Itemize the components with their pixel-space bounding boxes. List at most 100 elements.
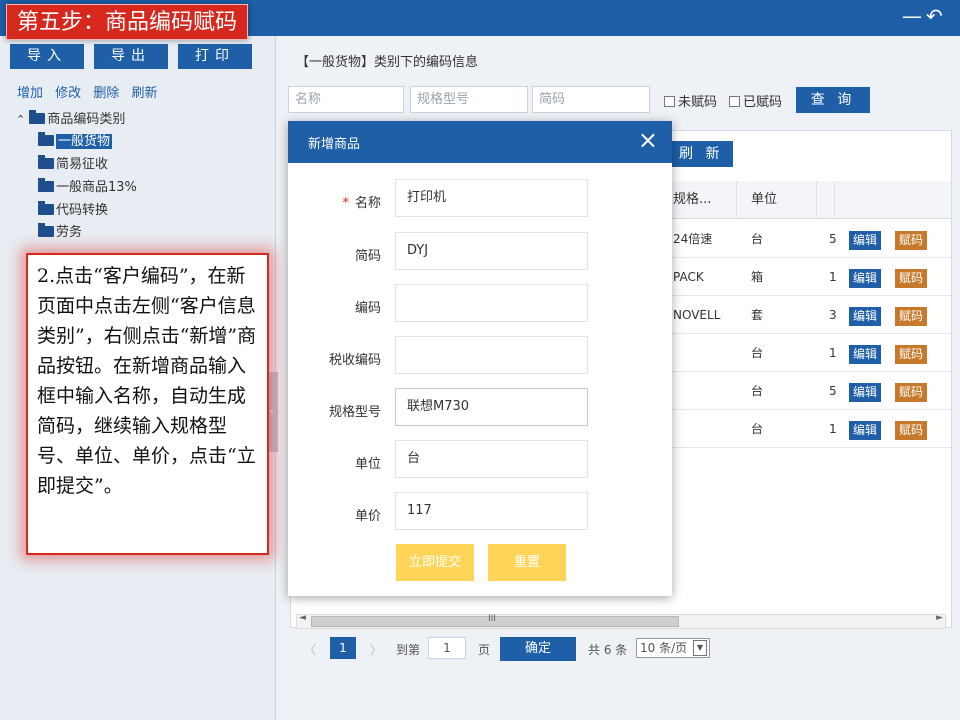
short-code-input[interactable]: DYJ <box>395 232 588 270</box>
spec-label: 规格型号 <box>328 405 381 420</box>
query-button[interactable]: 查 询 <box>796 87 870 113</box>
price-input[interactable]: 117 <box>395 492 588 530</box>
tree-node-code-convert[interactable]: 代码转换 <box>38 201 108 221</box>
column-header-extra[interactable] <box>817 181 835 219</box>
back-arrow-icon[interactable]: ↶ <box>926 6 943 26</box>
pagination: 〈 1 〉 到第 1 页 确定 共 6 条 10 条/页 ▼ <box>290 633 952 667</box>
name-label: * 名称 <box>342 196 381 211</box>
cell-unit: 台 <box>751 384 764 398</box>
edit-button[interactable]: 编辑 <box>849 307 881 326</box>
next-page-icon[interactable]: 〉 <box>370 641 382 658</box>
edit-button[interactable]: 编辑 <box>849 383 881 402</box>
horizontal-scrollbar[interactable]: III ► ◄ <box>296 613 946 629</box>
folder-icon <box>38 201 54 215</box>
add-product-dialog: 新增商品 × * 名称 打印机 简码 DYJ 编码 税收编码 规格型号 联想M73… <box>288 121 672 596</box>
assign-code-button[interactable]: 赋码 <box>895 307 927 326</box>
assign-code-button[interactable]: 赋码 <box>895 383 927 402</box>
assigned-checkbox[interactable]: 已赋码 <box>729 91 782 110</box>
current-page-button[interactable]: 1 <box>330 637 356 659</box>
goto-confirm-button[interactable]: 确定 <box>500 637 576 661</box>
dropdown-arrow-icon[interactable]: ▼ <box>693 640 707 656</box>
price-label: 单价 <box>354 509 381 524</box>
cell-extra: 5 <box>829 232 837 246</box>
folder-icon <box>38 178 54 192</box>
print-button[interactable]: 打印 <box>178 44 252 69</box>
folder-icon <box>38 155 54 169</box>
short-code-filter-input[interactable]: 简码 <box>532 86 650 113</box>
cell-extra: 3 <box>829 308 837 322</box>
cell-spec: PACK <box>673 270 704 284</box>
scrollbar-thumb[interactable]: III <box>311 614 679 627</box>
goto-page-input[interactable]: 1 <box>428 637 466 659</box>
import-button[interactable]: 导入 <box>10 44 84 69</box>
cell-extra: 5 <box>829 384 837 398</box>
edit-button[interactable]: 编辑 <box>849 269 881 288</box>
modify-link[interactable]: 修改 <box>55 86 81 101</box>
submit-button[interactable]: 立即提交 <box>396 544 474 581</box>
cell-extra: 1 <box>829 270 837 284</box>
cell-spec: NOVELL <box>673 308 721 322</box>
reset-button[interactable]: 重置 <box>488 544 566 581</box>
edit-button[interactable]: 编辑 <box>849 421 881 440</box>
scroll-left-arrow-icon[interactable]: ◄ <box>299 613 306 623</box>
checkbox-icon[interactable] <box>664 96 675 107</box>
delete-link[interactable]: 删除 <box>93 86 119 101</box>
edit-button[interactable]: 编辑 <box>849 231 881 250</box>
cell-unit: 台 <box>751 346 764 360</box>
tree-root[interactable]: ⌃ 商品编码类别 <box>16 110 125 130</box>
name-input[interactable]: 打印机 <box>395 179 588 217</box>
code-input[interactable] <box>395 284 588 322</box>
folder-icon <box>38 132 54 146</box>
tree-node-general-13[interactable]: 一般商品13% <box>38 178 137 198</box>
instruction-note: 2.点击“客户编码”，在新页面中点击左侧“客户信息类别”，右侧点击“新增”商品按… <box>26 253 269 555</box>
scroll-grip: III <box>488 614 496 624</box>
tax-code-input[interactable] <box>395 336 588 374</box>
spec-filter-input[interactable]: 规格型号 <box>410 86 528 113</box>
assign-code-button[interactable]: 赋码 <box>895 269 927 288</box>
cell-extra: 1 <box>829 346 837 360</box>
required-mark: * <box>342 196 349 211</box>
tax-code-label: 税收编码 <box>328 353 381 368</box>
column-header-spec[interactable]: 规格... <box>661 181 737 219</box>
cell-unit: 箱 <box>751 270 764 284</box>
minimize-icon[interactable]: — <box>902 6 922 26</box>
unassigned-checkbox[interactable]: 未赋码 <box>664 91 717 110</box>
tree-node-labor[interactable]: 劳务 <box>38 223 82 243</box>
add-link[interactable]: 增加 <box>17 86 43 101</box>
grid-refresh-button[interactable]: 刷 新 <box>669 141 733 167</box>
unit-label: 单位 <box>354 457 381 472</box>
cell-unit: 套 <box>751 308 764 322</box>
export-button[interactable]: 导出 <box>94 44 168 69</box>
folder-icon <box>29 110 46 124</box>
refresh-link[interactable]: 刷新 <box>131 86 157 101</box>
assign-code-button[interactable]: 赋码 <box>895 345 927 364</box>
assign-code-button[interactable]: 赋码 <box>895 421 927 440</box>
tree-actions: 增加 修改 删除 刷新 <box>17 82 165 101</box>
page-size-select[interactable]: 10 条/页 ▼ <box>636 638 710 658</box>
cell-unit: 台 <box>751 422 764 436</box>
prev-page-icon[interactable]: 〈 <box>304 641 316 658</box>
spec-input[interactable]: 联想M730 <box>395 388 588 426</box>
dialog-title: 新增商品 <box>308 137 361 152</box>
column-header-unit[interactable]: 单位 <box>737 181 817 219</box>
unit-input[interactable]: 台 <box>395 440 588 478</box>
dialog-header: 新增商品 × <box>288 121 672 163</box>
collapse-icon[interactable]: ⌃ <box>16 113 25 126</box>
tree-node-simple-levy[interactable]: 简易征收 <box>38 155 108 175</box>
edit-button[interactable]: 编辑 <box>849 345 881 364</box>
code-label: 编码 <box>354 301 381 316</box>
page-label: 页 <box>478 643 491 657</box>
cell-unit: 台 <box>751 232 764 246</box>
tree-node-general-goods[interactable]: 一般货物 <box>38 132 113 152</box>
scroll-right-arrow-icon[interactable]: ► <box>936 613 943 623</box>
checkbox-icon[interactable] <box>729 96 740 107</box>
cell-spec: 24倍速 <box>673 232 713 246</box>
assign-code-button[interactable]: 赋码 <box>895 231 927 250</box>
total-count: 共 6 条 <box>588 643 628 657</box>
goto-label: 到第 <box>396 643 421 657</box>
breadcrumb: 【一般货物】类别下的编码信息 <box>296 55 479 70</box>
close-icon[interactable]: × <box>638 127 658 153</box>
step-title: 第五步：商品编码赋码 <box>6 4 249 40</box>
column-header-actions <box>835 181 951 219</box>
name-filter-input[interactable]: 名称 <box>288 86 404 113</box>
